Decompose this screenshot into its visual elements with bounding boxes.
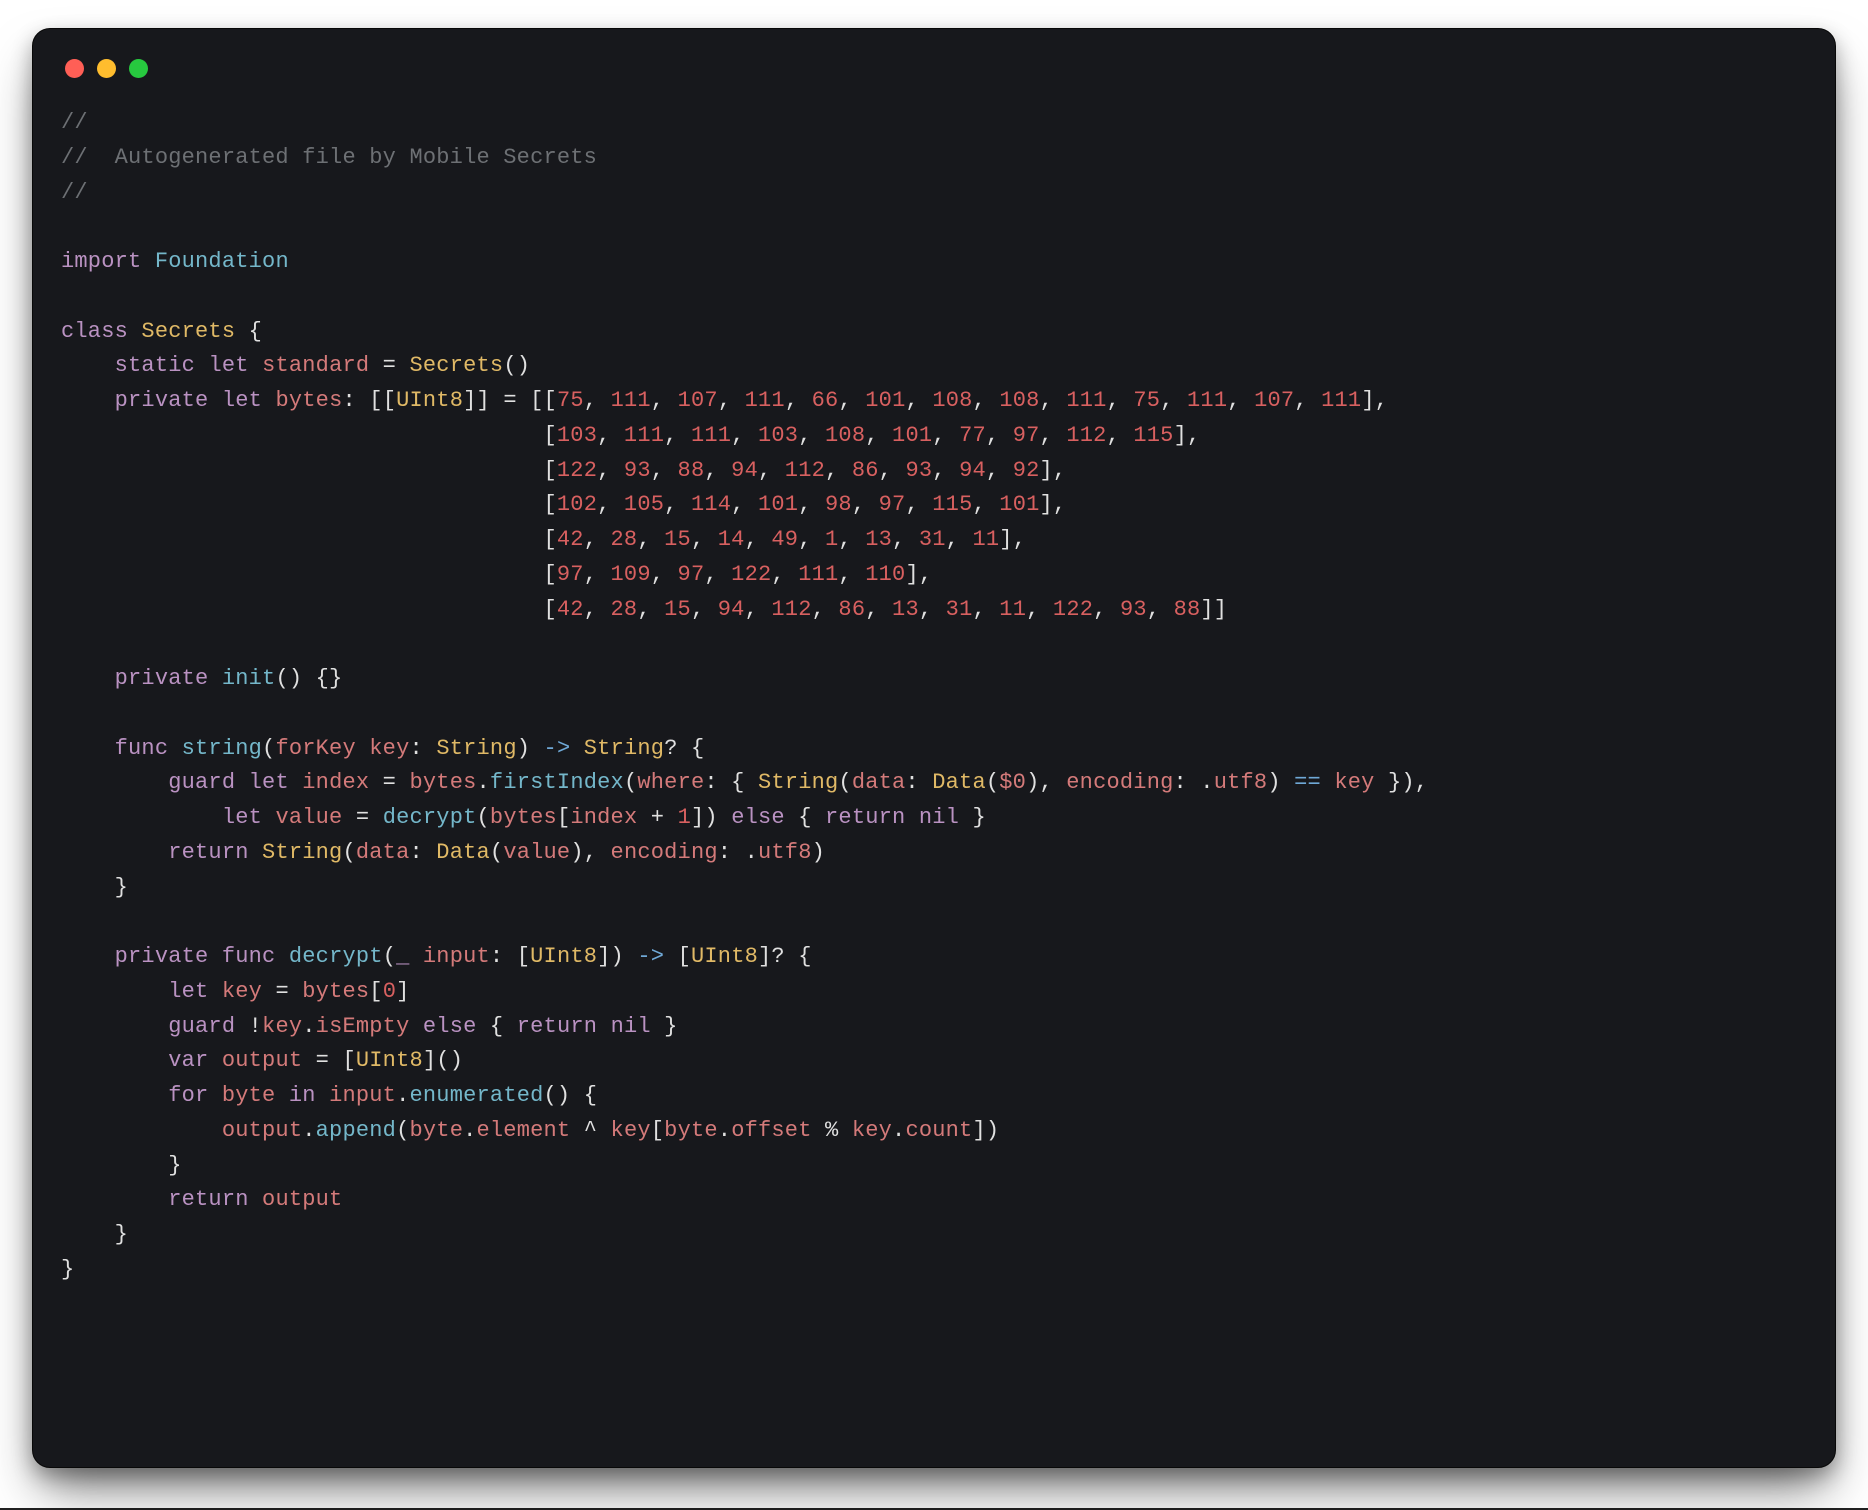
keyword-class: class xyxy=(61,319,128,344)
keyword-import: import xyxy=(61,249,141,274)
module-name: Foundation xyxy=(155,249,289,274)
code-block: // // Autogenerated file by Mobile Secre… xyxy=(61,106,1807,1288)
comment-line: // Autogenerated file by Mobile Secrets xyxy=(61,145,597,170)
zoom-icon[interactable] xyxy=(129,59,148,78)
class-name: Secrets xyxy=(141,319,235,344)
minimize-icon[interactable] xyxy=(97,59,116,78)
close-icon[interactable] xyxy=(65,59,84,78)
window-traffic-lights xyxy=(65,59,1807,78)
editor-window: // // Autogenerated file by Mobile Secre… xyxy=(32,28,1836,1468)
comment-line: // xyxy=(61,110,88,135)
stage: // // Autogenerated file by Mobile Secre… xyxy=(0,0,1868,1510)
comment-line: // xyxy=(61,180,88,205)
